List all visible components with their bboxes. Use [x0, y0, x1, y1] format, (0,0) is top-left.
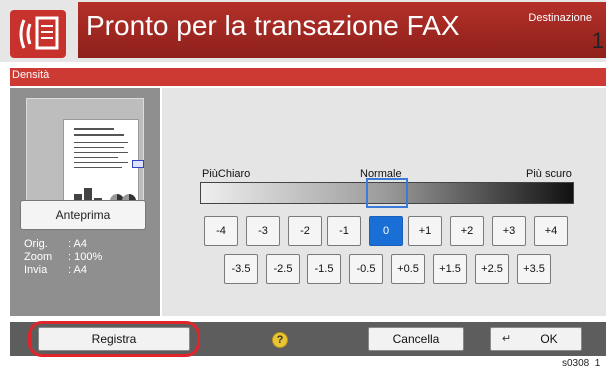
density-minus-2-5-button[interactable]: -2.5 [266, 254, 300, 284]
density-minus-3-5-button[interactable]: -3.5 [224, 254, 258, 284]
density-slider-marker[interactable] [366, 178, 408, 208]
page-title: Pronto per la transazione FAX [86, 10, 460, 41]
density-plus-0-5-button[interactable]: +0.5 [391, 254, 425, 284]
info-zoom: Zoom: 100% [24, 251, 103, 263]
register-highlight [28, 321, 200, 357]
density-0-button[interactable]: 0 [369, 216, 403, 246]
panel-title: Densità [12, 69, 50, 81]
cancel-button[interactable]: Cancella [368, 327, 464, 351]
density-plus-4-button[interactable]: +4 [534, 216, 568, 246]
density-plus-3-5-button[interactable]: +3.5 [517, 254, 551, 284]
density-plus-3-button[interactable]: +3 [492, 216, 526, 246]
info-orig: Orig.: A4 [24, 238, 87, 250]
density-plus-2-5-button[interactable]: +2.5 [475, 254, 509, 284]
destination-label: Destinazione [528, 12, 592, 24]
enter-icon: ↵ [502, 333, 512, 345]
figure-code: s0308_1 [562, 358, 601, 367]
darker-label: Più scuro [526, 168, 572, 180]
help-icon[interactable]: ? [272, 332, 288, 348]
preview-button[interactable]: Anteprima [20, 200, 146, 230]
info-send: Invia: A4 [24, 264, 87, 276]
panel-header [10, 68, 606, 86]
fax-document-icon [10, 10, 66, 58]
density-minus-3-button[interactable]: -3 [246, 216, 280, 246]
lighter-label: PiùChiaro [202, 168, 251, 180]
density-minus-2-button[interactable]: -2 [288, 216, 322, 246]
density-minus-4-button[interactable]: -4 [204, 216, 238, 246]
density-minus-1-button[interactable]: -1 [327, 216, 361, 246]
density-minus-0-5-button[interactable]: -0.5 [349, 254, 383, 284]
density-plus-2-button[interactable]: +2 [450, 216, 484, 246]
density-minus-1-5-button[interactable]: -1.5 [307, 254, 341, 284]
paper-orientation-icon [132, 160, 144, 168]
density-plus-1-5-button[interactable]: +1.5 [433, 254, 467, 284]
destination-count: 1 [591, 28, 604, 53]
density-plus-1-button[interactable]: +1 [408, 216, 442, 246]
